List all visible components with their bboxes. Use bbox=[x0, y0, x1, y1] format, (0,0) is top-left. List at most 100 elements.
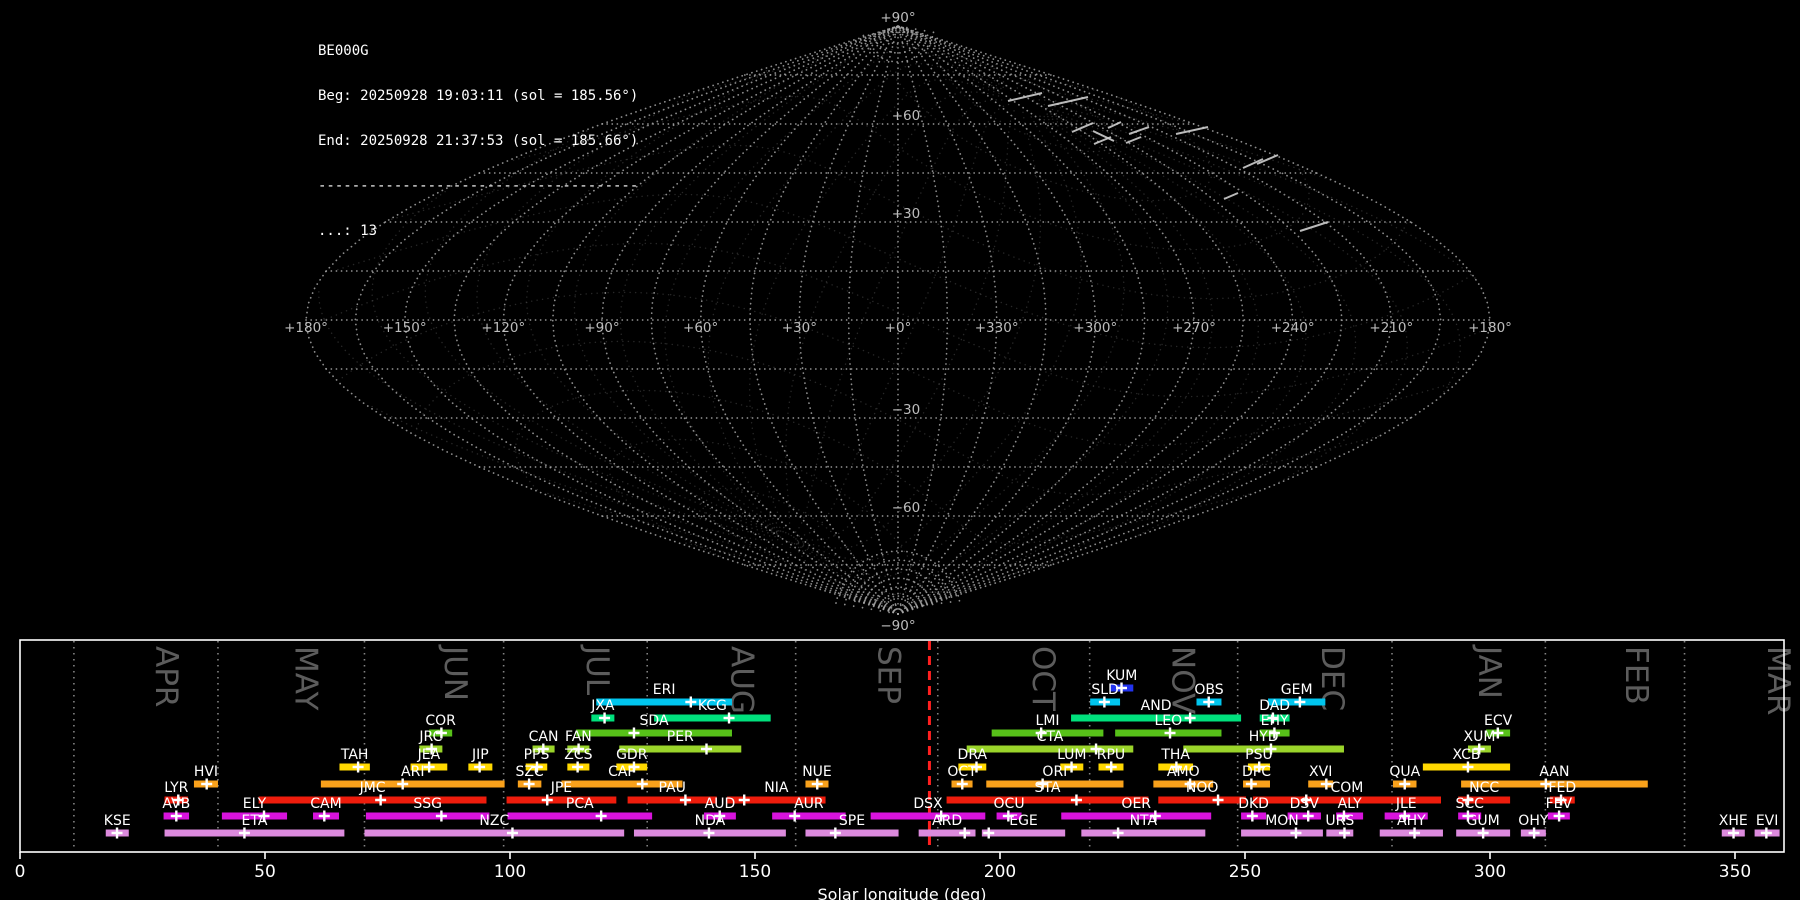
shower-label-SZC: SZC bbox=[515, 764, 543, 780]
shower-bar-NOO bbox=[1158, 796, 1246, 804]
shower-label-LUM: LUM bbox=[1057, 747, 1086, 763]
shower-peak-marker-STA bbox=[1070, 794, 1082, 806]
shower-bar-PAU bbox=[627, 796, 717, 804]
shower-label-CAP: CAP bbox=[608, 764, 636, 780]
shower-label-EVI: EVI bbox=[1756, 813, 1779, 829]
shower-label-DAD: DAD bbox=[1259, 698, 1290, 714]
shower-peak-marker-NZC bbox=[506, 827, 518, 839]
shower-peak-marker-PER bbox=[700, 743, 712, 755]
shower-label-SSG: SSG bbox=[413, 796, 442, 812]
shower-peak-marker-MON bbox=[1290, 827, 1302, 839]
shower-label-THA: THA bbox=[1160, 747, 1190, 763]
shower-peak-marker-HVI bbox=[201, 778, 213, 790]
shower-peak-marker-DKD bbox=[1246, 810, 1258, 822]
shower-label-GUM: GUM bbox=[1467, 813, 1500, 829]
shower-bar-PCA bbox=[507, 812, 653, 820]
shower-label-KSE: KSE bbox=[104, 813, 131, 829]
x-tick-label: 150 bbox=[739, 862, 771, 882]
shower-label-HYD: HYD bbox=[1249, 729, 1279, 745]
shower-peak-marker-JMC bbox=[375, 794, 387, 806]
shower-label-AVB: AVB bbox=[162, 796, 190, 812]
shower-label-EHY: EHY bbox=[1261, 713, 1289, 729]
shower-peak-marker-LEO bbox=[1164, 727, 1176, 739]
shower-bar-DSX bbox=[870, 812, 986, 820]
shower-label-JLE: JLE bbox=[1395, 796, 1417, 812]
app-canvas: BE000G Beg: 20250928 19:03:11 (sol = 185… bbox=[0, 0, 1800, 900]
shower-peak-marker-NUE bbox=[811, 778, 823, 790]
x-tick-label: 250 bbox=[1229, 862, 1261, 882]
shower-label-HVI: HVI bbox=[194, 764, 218, 780]
shower-peak-marker-SPE bbox=[829, 827, 841, 839]
shower-label-PCA: PCA bbox=[566, 796, 594, 812]
shower-label-ERI: ERI bbox=[653, 682, 676, 698]
shower-label-GDR: GDR bbox=[616, 747, 648, 763]
shower-label-ARI: ARI bbox=[401, 764, 424, 780]
month-label: SEP bbox=[871, 646, 907, 704]
month-label: MAY bbox=[288, 646, 324, 711]
month-label: JUL bbox=[579, 644, 615, 696]
shower-peak-marker-GUM bbox=[1477, 827, 1489, 839]
shower-label-JIP: JIP bbox=[471, 747, 489, 763]
shower-label-SCC: SCC bbox=[1455, 796, 1484, 812]
shower-label-JMC: JMC bbox=[359, 780, 386, 796]
shower-label-NCC: NCC bbox=[1469, 780, 1499, 796]
shower-bar-AUR bbox=[772, 812, 846, 820]
shower-label-KCG: KCG bbox=[698, 698, 727, 714]
shower-label-NTA: NTA bbox=[1130, 813, 1158, 829]
timeline-chart: APR MAY JUN JUL AUG SEP OCT NOV DEC JAN FEB MARKUME… bbox=[15, 639, 1796, 900]
shower-label-LMI: LMI bbox=[1036, 713, 1060, 729]
shower-peak-marker-NOO bbox=[1212, 794, 1224, 806]
shower-label-NOO: NOO bbox=[1186, 780, 1219, 796]
shower-label-DSV: DSV bbox=[1290, 796, 1320, 812]
shower-label-CAN: CAN bbox=[529, 729, 559, 745]
shower-label-AND: AND bbox=[1141, 698, 1172, 714]
shower-peak-marker-NIA bbox=[738, 794, 750, 806]
shower-label-TAH: TAH bbox=[340, 747, 369, 763]
shower-peak-marker-OHY bbox=[1528, 827, 1540, 839]
shower-label-MON: MON bbox=[1265, 813, 1299, 829]
shower-peak-marker-GEM bbox=[1294, 696, 1306, 708]
shower-label-LEO: LEO bbox=[1154, 713, 1182, 729]
shower-label-DKD: DKD bbox=[1238, 796, 1269, 812]
shower-peak-marker-SZC bbox=[523, 778, 535, 790]
shower-label-PPS: PPS bbox=[524, 747, 550, 763]
shower-label-XVI: XVI bbox=[1309, 764, 1332, 780]
month-label: JUN bbox=[437, 644, 473, 701]
shower-peak-marker-JIP bbox=[474, 761, 486, 773]
month-label: FEB bbox=[1618, 646, 1654, 705]
shower-label-SLD: SLD bbox=[1091, 682, 1118, 698]
shower-bar-MON bbox=[1241, 829, 1323, 837]
shower-label-AUR: AUR bbox=[794, 796, 824, 812]
shower-label-AMO: AMO bbox=[1167, 764, 1200, 780]
shower-label-ARD: ARD bbox=[932, 813, 962, 829]
shower-bar-ETA bbox=[164, 829, 345, 837]
x-tick-label: 0 bbox=[15, 862, 26, 882]
shower-label-AUD: AUD bbox=[705, 796, 736, 812]
shower-peak-marker-JEA bbox=[423, 761, 435, 773]
shower-label-SDA: SDA bbox=[640, 713, 669, 729]
shower-label-URS: URS bbox=[1325, 813, 1354, 829]
x-tick-label: 300 bbox=[1474, 862, 1506, 882]
shower-label-QUA: QUA bbox=[1389, 764, 1420, 780]
shower-label-FAN: FAN bbox=[565, 729, 592, 745]
shower-label-OBS: OBS bbox=[1194, 682, 1223, 698]
shower-peak-marker-FEV bbox=[1553, 810, 1565, 822]
shower-label-RPU: RPU bbox=[1097, 747, 1125, 763]
shower-peak-marker-DSV bbox=[1302, 810, 1314, 822]
shower-bar-NTA bbox=[1081, 829, 1206, 837]
shower-label-XHE: XHE bbox=[1719, 813, 1748, 829]
shower-label-JPE: JPE bbox=[550, 780, 572, 796]
shower-label-COM: COM bbox=[1330, 780, 1363, 796]
shower-peak-marker-RPU bbox=[1105, 761, 1117, 773]
shower-peak-marker-SLD bbox=[1098, 696, 1110, 708]
shower-label-PSU: PSU bbox=[1245, 747, 1273, 763]
shower-label-XCB: XCB bbox=[1453, 747, 1481, 763]
shower-label-DRA: DRA bbox=[958, 747, 988, 763]
shower-peak-marker-SDA bbox=[628, 727, 640, 739]
shower-label-ORI: ORI bbox=[1042, 764, 1067, 780]
shower-bar-SDA bbox=[576, 729, 732, 737]
month-label: MAR bbox=[1760, 646, 1796, 716]
shower-label-DPC: DPC bbox=[1242, 764, 1271, 780]
shower-peak-marker-ETA bbox=[238, 827, 250, 839]
shower-label-ETA: ETA bbox=[242, 813, 268, 829]
